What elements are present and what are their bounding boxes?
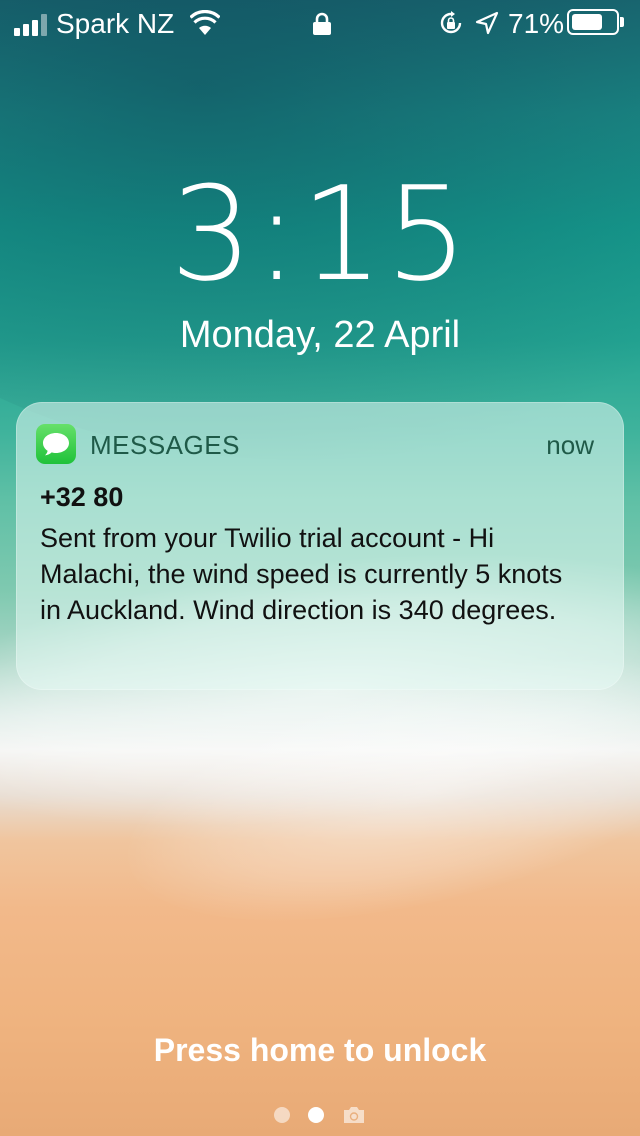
notification-header: MESSAGES now: [36, 424, 594, 466]
lock-screen: Spark NZ 71% 3:15 Monday, 22 April MESSA…: [0, 0, 640, 1136]
notification-sender: +32 80: [40, 482, 124, 512]
notification-time: now: [546, 430, 594, 460]
carrier-name: Spark NZ: [56, 8, 175, 39]
wifi-icon: [190, 10, 220, 35]
unlock-hint: Press home to unlock: [153, 1032, 487, 1068]
camera-icon[interactable]: [342, 1106, 366, 1124]
battery-icon: [567, 9, 619, 35]
location-arrow-icon: [475, 11, 499, 35]
page-indicator[interactable]: [0, 1106, 640, 1124]
lock-screen-time: 3:15: [170, 158, 470, 310]
battery-fill: [572, 14, 602, 30]
lock-icon: [313, 12, 331, 35]
rotation-lock-icon: [440, 11, 462, 34]
page-dot-active: [308, 1107, 324, 1123]
message-notification[interactable]: MESSAGES now +32 80 Sent from your Twili…: [16, 402, 624, 690]
messages-icon: [36, 424, 76, 464]
notification-body: Sent from your Twilio trial account - Hi…: [40, 523, 563, 625]
status-bar: Spark NZ 71%: [0, 0, 640, 48]
page-dot: [274, 1107, 290, 1123]
signal-icon: [14, 14, 47, 36]
notification-app-name: MESSAGES: [90, 430, 240, 460]
battery-percentage: 71%: [508, 8, 565, 39]
lock-screen-date: Monday, 22 April: [179, 314, 461, 356]
battery-tip: [620, 17, 624, 27]
